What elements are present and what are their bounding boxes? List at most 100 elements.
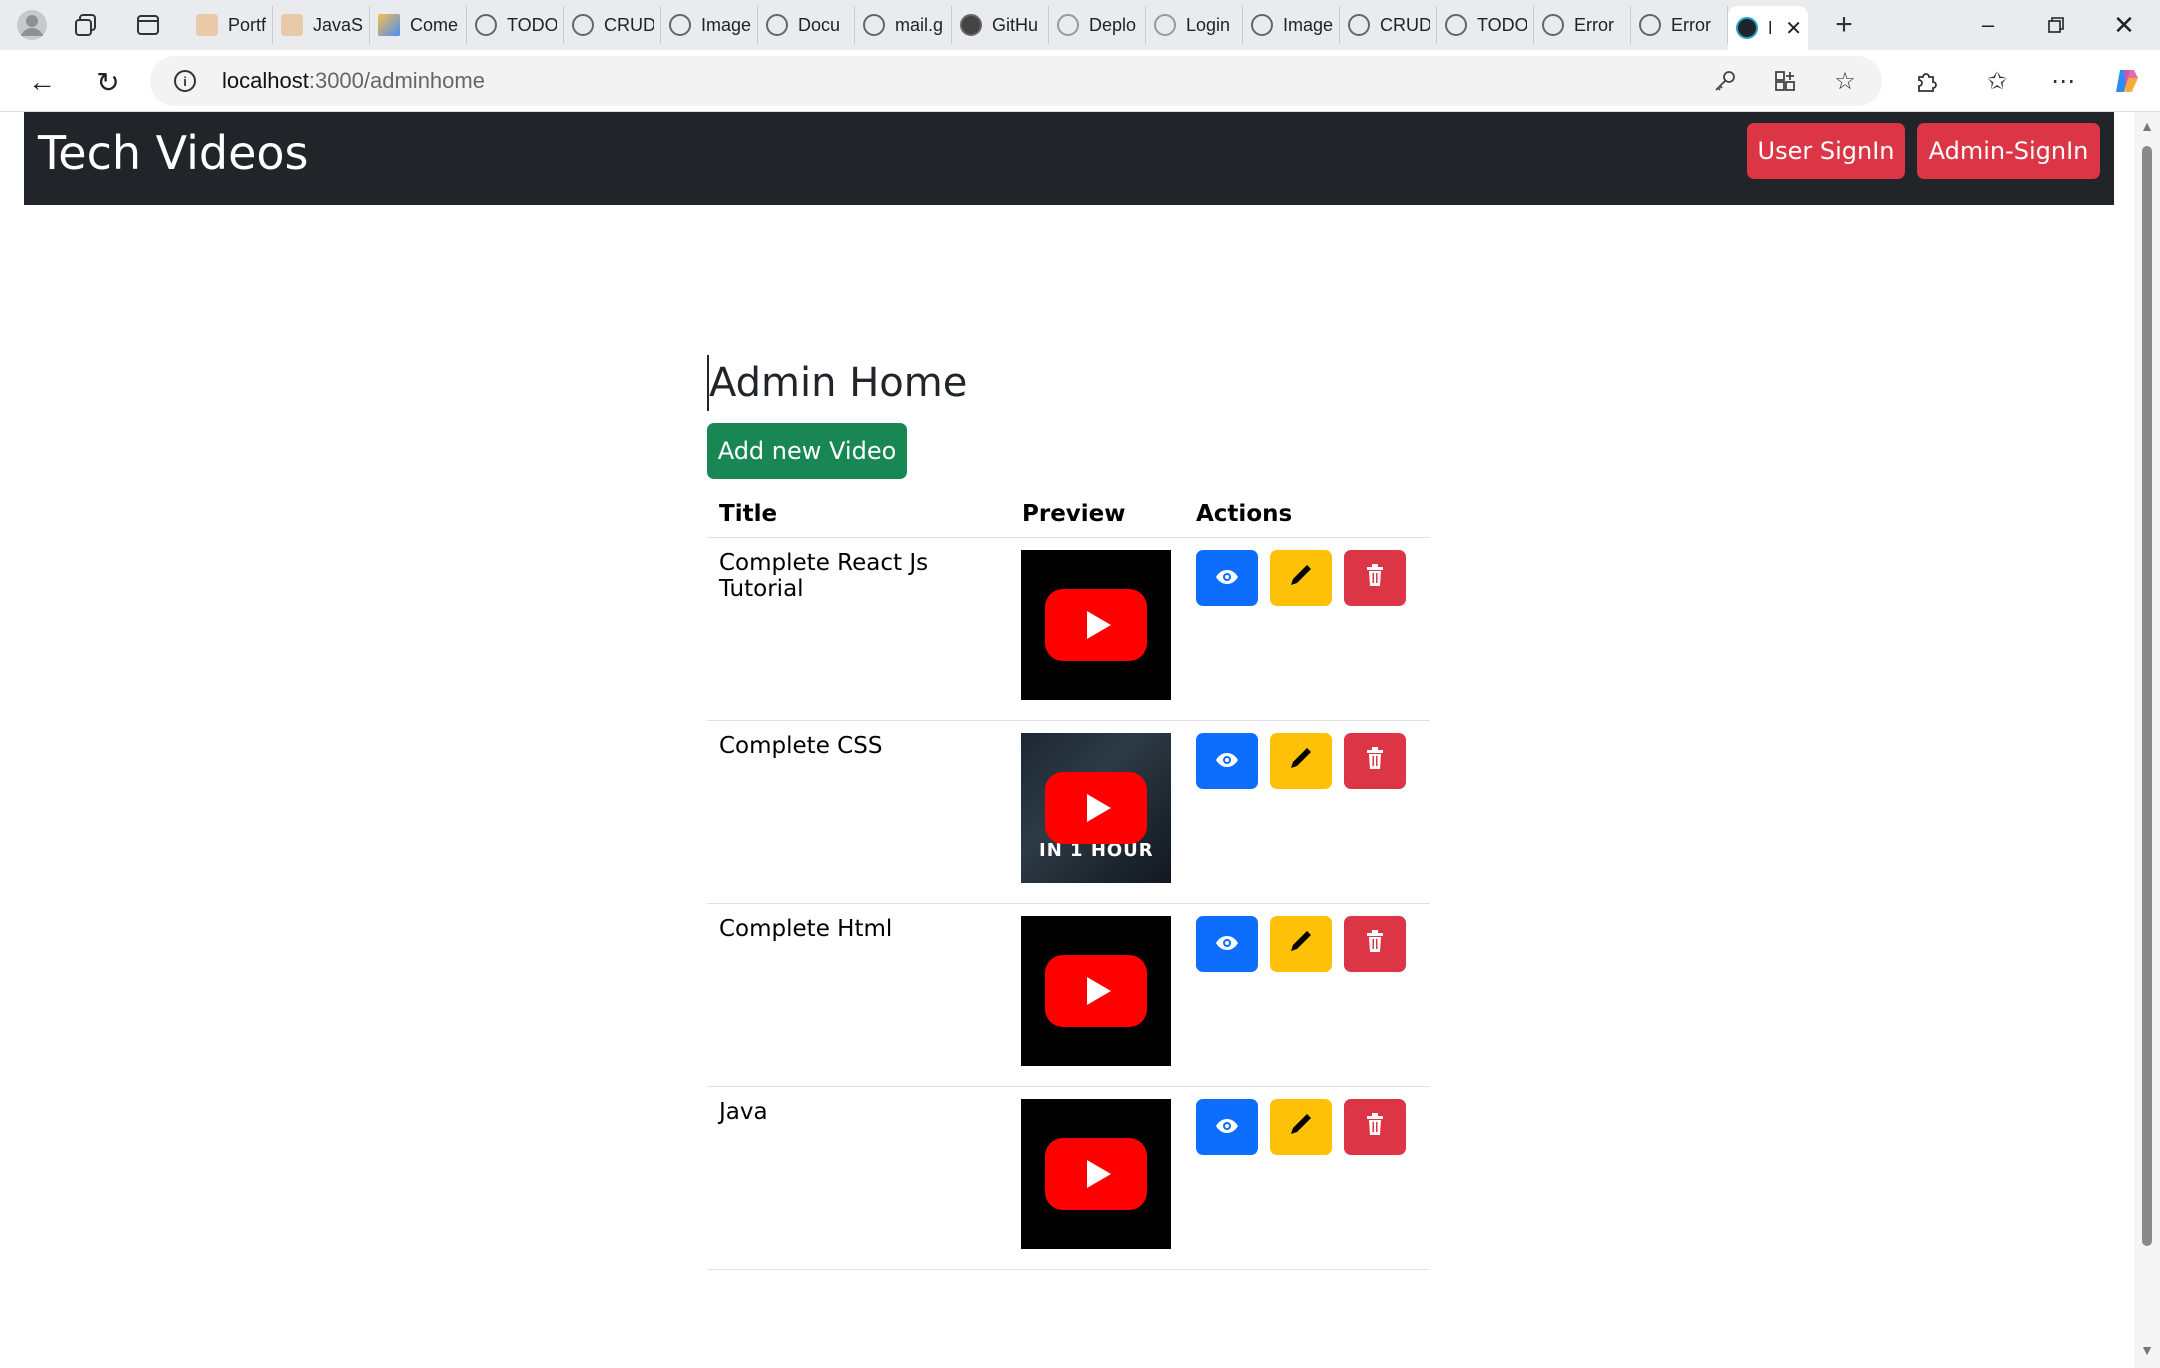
youtube-play-icon[interactable] <box>1045 772 1147 844</box>
youtube-play-icon[interactable] <box>1045 1138 1147 1210</box>
browser-tab-label: mail.g <box>895 14 944 35</box>
render-icon <box>1057 14 1079 36</box>
profile-icon[interactable] <box>12 5 52 45</box>
browser-tab-label: Docu <box>798 14 841 35</box>
github-icon <box>960 14 982 36</box>
video-thumbnail[interactable]: IN 1 HOUR <box>1021 733 1171 883</box>
browser-tab[interactable]: Deplo <box>1049 6 1146 44</box>
scrollbar-thumb[interactable] <box>2142 146 2152 1246</box>
browser-tab-label: F <box>1768 18 1771 39</box>
videos-table: Title Preview Actions Complete React Js … <box>707 487 1430 1270</box>
browser-tab-label: Error <box>1574 14 1614 35</box>
app-available-icon[interactable] <box>1768 64 1802 98</box>
add-new-video-button[interactable]: Add new Video <box>707 423 907 479</box>
refresh-icon[interactable]: ↻ <box>86 60 130 104</box>
browser-tab[interactable]: TODO <box>467 6 564 44</box>
browser-tab[interactable]: Docu <box>758 6 855 44</box>
column-header-actions: Actions <box>1184 487 1430 538</box>
table-row: Complete CSS IN 1 HOUR <box>707 720 1430 904</box>
address-bar-row: ← ↻ i localhost:3000/adminhome ☆ ✩ ⋯ <box>0 50 2160 112</box>
favorites-icon[interactable]: ✩ <box>1980 64 2014 98</box>
browser-tab[interactable]: Error <box>1631 6 1728 44</box>
new-tab-icon[interactable]: + <box>1824 5 1864 45</box>
delete-button[interactable] <box>1344 1099 1406 1155</box>
video-thumbnail[interactable] <box>1021 916 1171 1066</box>
video-preview-cell: IN 1 HOUR <box>1010 720 1184 904</box>
delete-button[interactable] <box>1344 916 1406 972</box>
browser-tab-label: Deplo <box>1089 14 1137 35</box>
edit-button[interactable] <box>1270 1099 1332 1155</box>
youtube-play-icon[interactable] <box>1045 589 1147 661</box>
globe-icon <box>863 14 885 36</box>
brand-title[interactable]: Tech Videos <box>38 126 309 180</box>
video-thumbnail[interactable] <box>1021 550 1171 700</box>
browser-tab[interactable]: mail.g <box>855 6 952 44</box>
browser-tab[interactable]: F✕ <box>1728 6 1808 50</box>
pencil-icon <box>1289 1112 1313 1142</box>
admin-signin-button[interactable]: Admin-SignIn <box>1917 123 2100 179</box>
video-thumbnail[interactable] <box>1021 1099 1171 1249</box>
video-title: Complete Html <box>707 903 1010 1087</box>
more-options-icon[interactable]: ⋯ <box>2046 64 2080 98</box>
extensions-icon[interactable] <box>1910 64 1944 98</box>
user-signin-button[interactable]: User SignIn <box>1747 123 1905 179</box>
browser-tab[interactable]: Come <box>370 6 467 44</box>
browser-tab[interactable]: GitHu <box>952 6 1049 44</box>
view-button[interactable] <box>1196 733 1258 789</box>
minimize-icon[interactable]: – <box>1958 0 2018 50</box>
close-tab-icon[interactable]: ✕ <box>1785 16 1802 41</box>
url-host: localhost <box>222 68 309 93</box>
copilot-icon[interactable] <box>2110 64 2144 98</box>
video-title: Complete React Js Tutorial <box>707 537 1010 721</box>
page-scrollbar[interactable]: ▲ ▼ <box>2134 112 2160 1368</box>
browser-tab[interactable]: Image <box>1243 6 1340 44</box>
scroll-up-icon[interactable]: ▲ <box>2138 118 2156 136</box>
close-window-icon[interactable]: ✕ <box>2094 0 2154 50</box>
browser-tab[interactable]: Portfo <box>188 6 273 44</box>
react-icon <box>1736 17 1758 39</box>
workspaces-icon[interactable] <box>66 5 106 45</box>
browser-tab[interactable]: CRUD <box>1340 6 1437 44</box>
vertical-tabs-icon[interactable] <box>128 5 168 45</box>
view-button[interactable] <box>1196 916 1258 972</box>
favorite-star-icon[interactable]: ☆ <box>1828 64 1862 98</box>
table-row: Complete React Js Tutorial <box>707 537 1430 721</box>
scroll-down-icon[interactable]: ▼ <box>2138 1342 2156 1360</box>
browser-tab[interactable]: Login <box>1146 6 1243 44</box>
browser-tab[interactable]: CRUD <box>564 6 661 44</box>
password-key-icon[interactable] <box>1708 64 1742 98</box>
video-title: Java <box>707 1086 1010 1270</box>
youtube-play-icon[interactable] <box>1045 955 1147 1027</box>
browser-tab[interactable]: Image <box>661 6 758 44</box>
restore-icon[interactable] <box>2026 0 2086 50</box>
edit-button[interactable] <box>1270 733 1332 789</box>
trash-icon <box>1365 564 1385 592</box>
delete-button[interactable] <box>1344 550 1406 606</box>
browser-tab[interactable]: TODO <box>1437 6 1534 44</box>
browser-tab[interactable]: JavaSc <box>273 6 370 44</box>
delete-button[interactable] <box>1344 733 1406 789</box>
browser-tab-label: CRUD <box>1380 14 1430 35</box>
pencil-icon <box>1289 746 1313 776</box>
browser-tab-label: TODO <box>1477 14 1527 35</box>
edit-button[interactable] <box>1270 550 1332 606</box>
browser-tab[interactable]: Error <box>1534 6 1631 44</box>
browser-tab-label: Portfo <box>228 14 266 35</box>
view-button[interactable] <box>1196 550 1258 606</box>
trash-icon <box>1365 1113 1385 1141</box>
pencil-icon <box>1289 563 1313 593</box>
table-row: Complete Html <box>707 903 1430 1087</box>
video-title: Complete CSS <box>707 720 1010 904</box>
globe-icon <box>669 14 691 36</box>
url-field[interactable]: i localhost:3000/adminhome <box>150 56 1882 106</box>
video-preview-cell <box>1010 903 1184 1087</box>
back-icon[interactable]: ← <box>20 60 64 104</box>
browser-tab-bar: Portfo JavaSc Come TODO CRUD Image Docu mail.g G… <box>0 0 2160 50</box>
trash-icon <box>1365 747 1385 775</box>
view-button[interactable] <box>1196 1099 1258 1155</box>
edit-button[interactable] <box>1270 916 1332 972</box>
globe-icon <box>1251 14 1273 36</box>
site-info-icon[interactable]: i <box>174 70 196 92</box>
render-icon <box>1154 14 1176 36</box>
trash-icon <box>1365 930 1385 958</box>
